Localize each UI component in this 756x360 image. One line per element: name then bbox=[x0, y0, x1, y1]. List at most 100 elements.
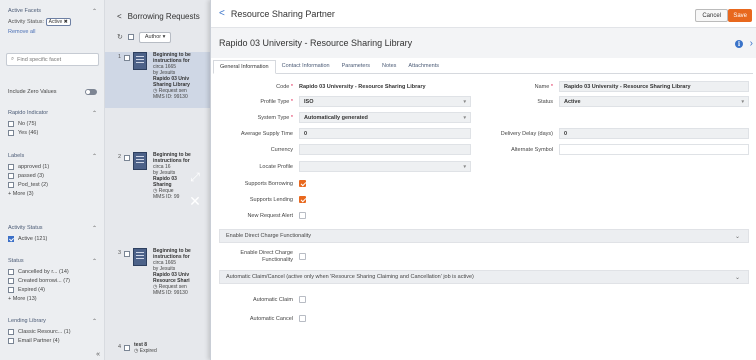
facet-item-label: Active (121) bbox=[18, 236, 48, 242]
facet-checkbox[interactable] bbox=[8, 329, 14, 335]
facet-checkbox[interactable] bbox=[8, 269, 14, 275]
facet-checkbox-checked[interactable] bbox=[8, 236, 14, 242]
facet-item-label: passed (3) bbox=[18, 173, 44, 179]
facet-item-label: Cancelled by r... (14) bbox=[18, 269, 69, 275]
result-checkbox[interactable] bbox=[124, 345, 130, 351]
enable-direct-charge-checkbox[interactable] bbox=[299, 253, 306, 260]
supports-lending-checkbox[interactable] bbox=[299, 196, 306, 203]
facet-item[interactable]: Email Partner (4) bbox=[0, 338, 104, 344]
result-number: 2 bbox=[118, 154, 122, 160]
facet-checkbox[interactable] bbox=[8, 278, 14, 284]
results-header: < Borrowing Requests bbox=[117, 12, 200, 21]
new-request-alert-checkbox[interactable] bbox=[299, 212, 306, 219]
currency-input[interactable] bbox=[299, 144, 471, 155]
section-auto-claim[interactable]: Automatic Claim/Cancel (active only when… bbox=[219, 270, 749, 284]
locate-profile-select[interactable]: ▾ bbox=[299, 161, 471, 172]
automatic-cancel-checkbox[interactable] bbox=[299, 315, 306, 322]
cancel-button[interactable]: Cancel bbox=[695, 9, 728, 22]
select-all-checkbox[interactable] bbox=[127, 34, 134, 40]
facet-title-row[interactable]: Rapido Indicator ⌃ bbox=[0, 110, 104, 117]
status-select[interactable]: Active ▾ bbox=[559, 96, 749, 107]
facet-title-row[interactable]: Activity Status ⌃ bbox=[0, 225, 104, 232]
supports-borrowing-label: Supports Borrowing bbox=[244, 181, 293, 187]
expand-icon[interactable]: ⤢ bbox=[186, 168, 204, 186]
facet-item[interactable]: Cancelled by r... (14) bbox=[0, 269, 104, 275]
chevron-right-icon[interactable]: › bbox=[750, 38, 753, 49]
profile-type-select[interactable]: ISO ▾ bbox=[299, 96, 471, 107]
name-input[interactable]: Rapido 03 University - Resource Sharing … bbox=[559, 81, 749, 92]
facet-checkbox[interactable] bbox=[8, 121, 14, 127]
active-filter-label: Activity Status: bbox=[8, 19, 45, 25]
result-mms: MMS ID: 99130 bbox=[153, 290, 188, 296]
facet-checkbox[interactable] bbox=[8, 164, 14, 170]
chevron-up-icon[interactable]: ⌃ bbox=[92, 110, 97, 117]
tab-general-information[interactable]: General Information bbox=[213, 60, 276, 74]
facet-title-row[interactable]: Lending Library ⌃ bbox=[0, 318, 104, 325]
facet-item[interactable]: Active (121) bbox=[0, 236, 104, 242]
facet-more-link[interactable]: + More (13) bbox=[0, 296, 104, 302]
facet-item[interactable]: No (75) bbox=[0, 121, 104, 127]
automatic-claim-checkbox[interactable] bbox=[299, 296, 306, 303]
partner-header: Rapido 03 University - Resource Sharing … bbox=[211, 28, 756, 58]
facet-checkbox[interactable] bbox=[8, 182, 14, 188]
active-facets-label: Active Facets bbox=[8, 8, 42, 14]
facet-item[interactable]: Created borrowi... (7) bbox=[0, 278, 104, 284]
tab-contact-information[interactable]: Contact Information bbox=[276, 59, 336, 73]
result-checkbox[interactable] bbox=[124, 55, 130, 61]
facet-checkbox[interactable] bbox=[8, 338, 14, 344]
delivery-delay-input[interactable]: 0 bbox=[559, 128, 749, 139]
facet-more-link[interactable]: + More (3) bbox=[0, 191, 104, 197]
facet-checkbox[interactable] bbox=[8, 287, 14, 293]
section-direct-charge[interactable]: Enable Direct Charge Functionality ⌄ bbox=[219, 229, 749, 243]
required-marker: * bbox=[290, 115, 293, 121]
tab-attachments[interactable]: Attachments bbox=[402, 59, 445, 73]
facet-checkbox[interactable] bbox=[8, 130, 14, 136]
chevron-up-icon[interactable]: ⌃ bbox=[92, 8, 97, 15]
save-button[interactable]: Save bbox=[728, 9, 752, 22]
sort-author-button[interactable]: Author ▾ bbox=[138, 31, 172, 43]
system-type-select[interactable]: Automatically generated ▾ bbox=[299, 112, 471, 123]
facet-item[interactable]: Expired (4) bbox=[0, 287, 104, 293]
facet-item[interactable]: Yes (46) bbox=[0, 130, 104, 136]
active-facets-header[interactable]: Active Facets ⌃ bbox=[0, 8, 104, 15]
facet-title-row[interactable]: Status ⌃ bbox=[0, 258, 104, 265]
facet-item[interactable]: Pod_test (2) bbox=[0, 182, 104, 188]
facet-item-label: No (75) bbox=[18, 121, 37, 127]
chevron-up-icon[interactable]: ⌃ bbox=[92, 258, 97, 265]
result-checkbox[interactable] bbox=[124, 155, 130, 161]
chevron-up-icon[interactable]: ⌃ bbox=[92, 225, 97, 232]
remove-chip-icon[interactable]: ✖ bbox=[64, 19, 68, 25]
active-filter-chip[interactable]: Active ✖ bbox=[45, 18, 71, 26]
close-icon[interactable]: ✕ bbox=[186, 192, 204, 210]
collapse-panel-icon[interactable]: « bbox=[96, 351, 100, 358]
back-arrow-icon[interactable]: < bbox=[117, 12, 122, 21]
tab-parameters[interactable]: Parameters bbox=[336, 59, 376, 73]
avg-supply-input[interactable]: 0 bbox=[299, 128, 471, 139]
result-text: test 8 ◷ Expired bbox=[134, 342, 194, 354]
zero-values-toggle[interactable] bbox=[85, 89, 97, 95]
list-item[interactable]: 1 Beginning to be instructions for circa… bbox=[105, 52, 210, 108]
facet-item[interactable]: passed (3) bbox=[0, 173, 104, 179]
supports-borrowing-checkbox[interactable] bbox=[299, 180, 306, 187]
list-item[interactable]: 3 Beginning to be instructions for circa… bbox=[105, 248, 210, 304]
facet-title-row[interactable]: Labels ⌃ bbox=[0, 153, 104, 160]
result-checkbox[interactable] bbox=[124, 251, 130, 257]
facet-checkbox[interactable] bbox=[8, 173, 14, 179]
tab-notes[interactable]: Notes bbox=[376, 59, 402, 73]
refresh-icon[interactable]: ↻ bbox=[117, 33, 123, 41]
clock-icon: ◷ bbox=[134, 348, 139, 354]
info-icon[interactable]: i bbox=[735, 40, 743, 48]
find-facet-input[interactable]: ⌕ Find specific facet bbox=[6, 53, 99, 66]
back-icon[interactable]: < bbox=[219, 8, 225, 19]
remove-all-link[interactable]: Remove all bbox=[0, 29, 44, 35]
list-item[interactable]: 4 test 8 ◷ Expired bbox=[105, 342, 210, 360]
facets-panel: Active Facets ⌃ Activity Status: Active … bbox=[0, 0, 105, 360]
facet-item[interactable]: Classic Resourc... (1) bbox=[0, 329, 104, 335]
chevron-down-icon[interactable]: ⌄ bbox=[735, 233, 740, 240]
result-mms: MMS ID: 99130 bbox=[153, 94, 188, 100]
chevron-up-icon[interactable]: ⌃ bbox=[92, 318, 97, 325]
alt-symbol-input[interactable] bbox=[559, 144, 749, 155]
chevron-up-icon[interactable]: ⌃ bbox=[92, 153, 97, 160]
facet-item[interactable]: approved (1) bbox=[0, 164, 104, 170]
chevron-down-icon[interactable]: ⌄ bbox=[735, 274, 740, 281]
